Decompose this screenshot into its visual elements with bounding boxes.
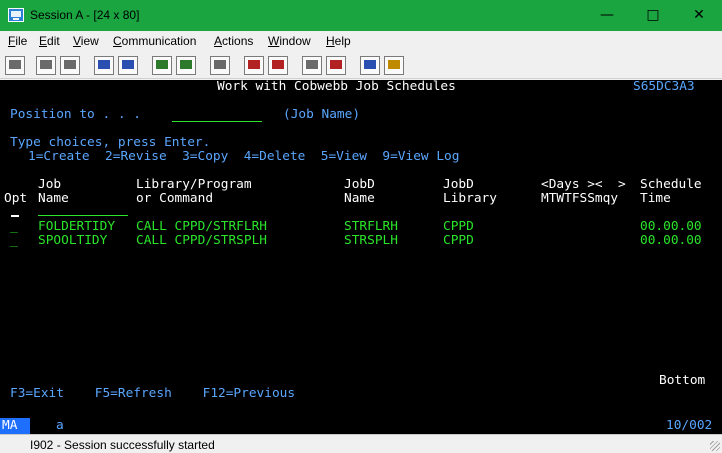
- menu-view-rest: iew: [80, 34, 99, 48]
- function-keys[interactable]: F3=Exit F5=Refresh F12=Previous: [10, 387, 295, 401]
- print-screen-icon[interactable]: [5, 56, 25, 75]
- display-keypad-icon[interactable]: [152, 56, 172, 75]
- minimize-button[interactable]: —: [584, 0, 630, 31]
- menu-actions-rest: ctions: [222, 34, 254, 48]
- operator-info-area: MA a 10/002: [0, 418, 722, 434]
- row-1-jobd-name: STRFLRH: [344, 219, 398, 234]
- header-jobd-2: Name: [344, 191, 375, 206]
- menu-help-rest: elp: [334, 34, 351, 48]
- row-1-job: FOLDERTIDY: [38, 219, 116, 234]
- status-bar: I902 - Session successfully started: [0, 434, 722, 453]
- text-cursor: [11, 215, 19, 217]
- window-title: Session A - [24 x 80]: [30, 8, 140, 22]
- receive-file-icon[interactable]: [326, 56, 346, 75]
- row-2-jobd-lib: CPPD: [443, 233, 474, 248]
- menu-view[interactable]: View: [73, 34, 99, 48]
- close-button[interactable]: ✕: [676, 0, 722, 31]
- instructions-text: Type choices, press Enter.: [10, 135, 211, 150]
- header-job-1: Job: [38, 177, 62, 192]
- oia-indicator: a: [56, 418, 64, 433]
- row-2-job: SPOOLTIDY: [38, 233, 108, 248]
- header-schedule-1: Schedule: [640, 177, 702, 192]
- menu-edit[interactable]: Edit: [39, 34, 60, 48]
- row-2-opt-input[interactable]: _: [10, 234, 18, 248]
- screen-title: Work with Cobwebb Job Schedules: [217, 79, 456, 94]
- send-file-icon[interactable]: [302, 56, 322, 75]
- map-icon[interactable]: [176, 56, 196, 75]
- menu-window[interactable]: Window: [268, 34, 311, 48]
- support-icon[interactable]: [384, 56, 404, 75]
- menu-help[interactable]: Help: [326, 34, 351, 48]
- title-bar[interactable]: Session A - [24 x 80] — □ ✕: [0, 0, 722, 31]
- menu-actions[interactable]: Actions: [214, 34, 253, 48]
- maximize-button[interactable]: □: [630, 0, 676, 31]
- job-name-field-underline: [38, 215, 128, 216]
- receive-icon[interactable]: [118, 56, 138, 75]
- status-message: I902 - Session successfully started: [30, 438, 215, 452]
- menu-window-rest: indow: [279, 34, 311, 48]
- row-1-opt-input[interactable]: _: [10, 220, 18, 234]
- row-1-jobd-lib: CPPD: [443, 219, 474, 234]
- header-jobd-1: JobD: [344, 177, 375, 192]
- menu-communication[interactable]: Communication: [113, 34, 196, 48]
- header-jobdlib-2: Library: [443, 191, 497, 206]
- row-1-command: CALL CPPD/STRFLRH: [136, 219, 267, 234]
- oia-mode: MA: [0, 418, 30, 434]
- header-libprog-2: or Command: [136, 191, 214, 206]
- header-jobdlib-1: JobD: [443, 177, 474, 192]
- menu-bar: File Edit View Communication Actions Win…: [0, 31, 722, 52]
- header-days-1: <Days >< >: [541, 177, 626, 192]
- position-to-input[interactable]: [172, 121, 262, 122]
- terminal-screen[interactable]: Work with Cobwebb Job Schedules S65DC3A3…: [0, 80, 722, 418]
- more-indicator: Bottom: [659, 373, 706, 388]
- option-list: 1=Create 2=Revise 3=Copy 4=Delete 5=View…: [28, 149, 460, 164]
- header-days-2: MTWTFSSmqy: [541, 191, 619, 206]
- row-1-time: 00.00.00: [640, 219, 702, 234]
- menu-file[interactable]: File: [8, 34, 27, 48]
- row-2-command: CALL CPPD/STRSPLH: [136, 233, 267, 248]
- record-macro-icon[interactable]: [210, 56, 230, 75]
- header-job-2: Name: [38, 191, 69, 206]
- paste-icon[interactable]: [60, 56, 80, 75]
- header-opt: Opt: [4, 191, 28, 206]
- cursor-position: 10/002: [666, 418, 713, 433]
- menu-communication-rest: ommunication: [121, 34, 197, 48]
- menu-edit-rest: dit: [47, 34, 60, 48]
- position-to-label: Position to . . .: [10, 107, 141, 122]
- row-2-time: 00.00.00: [640, 233, 702, 248]
- play-macro-icon[interactable]: [268, 56, 288, 75]
- menu-file-rest: ile: [15, 34, 28, 48]
- position-to-hint: (Job Name): [283, 107, 361, 122]
- session-app-icon[interactable]: [8, 8, 24, 22]
- row-2-jobd-name: STRSPLH: [344, 233, 398, 248]
- globe-icon[interactable]: [360, 56, 380, 75]
- toolbar: [0, 52, 722, 79]
- send-icon[interactable]: [94, 56, 114, 75]
- stop-macro-icon[interactable]: [244, 56, 264, 75]
- copy-icon[interactable]: [36, 56, 56, 75]
- header-schedule-2: Time: [640, 191, 671, 206]
- system-name: S65DC3A3: [633, 79, 695, 94]
- resize-grip-icon[interactable]: [710, 441, 720, 451]
- header-libprog-1: Library/Program: [136, 177, 252, 192]
